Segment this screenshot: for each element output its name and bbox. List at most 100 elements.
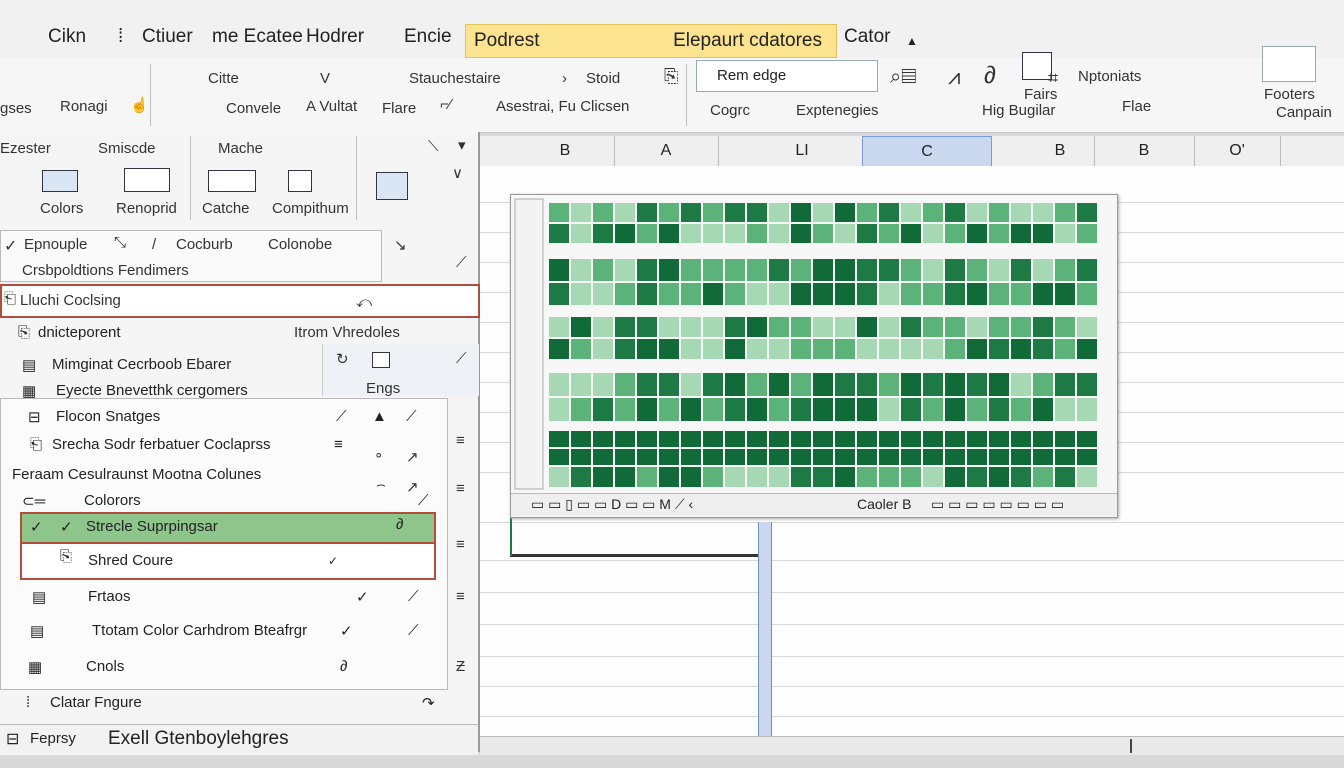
arrow-icon[interactable]: ↘ bbox=[394, 236, 407, 254]
renoprid-icon[interactable] bbox=[124, 168, 170, 192]
col-header-selected[interactable]: C bbox=[862, 136, 992, 168]
rem-edge-box[interactable]: Rem edge bbox=[696, 60, 878, 92]
ribbon-flae[interactable]: Flae bbox=[1122, 98, 1151, 115]
tab-encie[interactable]: Encie bbox=[404, 26, 452, 48]
status-icon[interactable]: ⊟ bbox=[6, 729, 19, 749]
ribbon-cite[interactable]: Citte bbox=[208, 70, 239, 87]
colors-icon[interactable] bbox=[42, 170, 78, 192]
heatmap-cell bbox=[571, 259, 591, 281]
chart-types-icon[interactable]: ⌕▤ bbox=[890, 66, 916, 89]
ribbon-assestrai[interactable]: Asestrai, Fu Clicsen bbox=[496, 98, 629, 115]
tab-hodrer[interactable]: Hodrer bbox=[306, 26, 364, 48]
col-header[interactable]: B bbox=[1026, 136, 1095, 166]
catche-icon[interactable] bbox=[208, 170, 256, 192]
heatmap-cell bbox=[593, 398, 613, 421]
ribbon-stoid[interactable]: Stoid bbox=[586, 70, 620, 87]
ribbon-footers[interactable]: Footers bbox=[1264, 86, 1315, 103]
brush-icon[interactable]: ⌐⁄ bbox=[440, 96, 451, 113]
heatmap-cell bbox=[659, 373, 679, 396]
ribbon-stauchestaire[interactable]: Stauchestaire bbox=[409, 70, 501, 87]
heatmap-cell bbox=[769, 203, 789, 222]
col-header[interactable]: B bbox=[516, 136, 615, 166]
lines-icon[interactable]: ≡ bbox=[456, 480, 465, 497]
gallery-item-smiscde[interactable]: Smiscde bbox=[98, 140, 156, 157]
heatmap-cell bbox=[615, 373, 635, 396]
ribbon-gses: gses bbox=[0, 100, 32, 117]
lines-icon[interactable]: ≡ bbox=[456, 536, 465, 553]
ribbon-exptenegies[interactable]: Exptenegies bbox=[796, 102, 879, 119]
heatmap-cell bbox=[659, 259, 679, 281]
option-colonobe[interactable]: Colonobe bbox=[268, 236, 332, 253]
lines-icon[interactable]: ≡ bbox=[456, 588, 465, 605]
heatmap-image[interactable]: ▭ ▭ ▯ ▭ ▭ D ▭ ▭ M ⟋ ‹ Caoler B ▭ ▭ ▭ ▭ ▭… bbox=[510, 194, 1118, 518]
lines-icon[interactable]: ≡ bbox=[456, 432, 465, 449]
col-header[interactable]: B bbox=[1094, 136, 1195, 166]
tab-active-podrest[interactable]: Podrest Elepaurt cdatores bbox=[465, 24, 837, 58]
chevron-down-icon[interactable]: ∨ bbox=[452, 164, 463, 182]
option-cocburb[interactable]: Cocburb bbox=[176, 236, 233, 253]
heatmap-cell bbox=[945, 398, 965, 421]
app-title: Exell Gtenboylehgres bbox=[108, 728, 289, 749]
col-header[interactable]: LI bbox=[742, 136, 863, 166]
heatmap-cell bbox=[879, 317, 899, 337]
heatmap-cell bbox=[835, 373, 855, 396]
heatmap-cell bbox=[615, 398, 635, 421]
footer-icon[interactable] bbox=[1262, 46, 1316, 82]
format-icon[interactable]: ⎘ bbox=[664, 66, 678, 87]
hand-icon[interactable]: ☝ bbox=[130, 96, 149, 114]
ribbon-flare[interactable]: Flare bbox=[382, 100, 416, 117]
arrow-icon[interactable]: ⟋ bbox=[456, 254, 467, 271]
z-icon[interactable]: Ƶ bbox=[456, 658, 465, 675]
heatmap-cell bbox=[659, 339, 679, 359]
ribbon-hig-bugilar[interactable]: Hig Bugilar bbox=[982, 102, 1055, 119]
tab-ecatee[interactable]: me Ecatee bbox=[212, 26, 303, 48]
tab-cator[interactable]: Cator bbox=[844, 26, 890, 48]
tab-cikn[interactable]: Cikn bbox=[48, 26, 86, 48]
ribbon-canpain[interactable]: Canpain bbox=[1276, 104, 1332, 121]
arrow-icon[interactable]: ⟍ bbox=[428, 138, 439, 155]
link-icon[interactable]: ∂ bbox=[984, 62, 996, 90]
toolbar-icons[interactable]: ▭ ▭ ▯ ▭ ▭ D ▭ ▭ M ⟋ ‹ bbox=[531, 496, 693, 513]
hook-icon[interactable]: ⤺ bbox=[356, 294, 372, 311]
ribbon-fairs[interactable]: Fairs bbox=[1024, 86, 1057, 103]
ribbon-convele[interactable]: Convele bbox=[226, 100, 281, 117]
table-grid-icon[interactable] bbox=[376, 172, 408, 200]
gallery-item-mache[interactable]: Mache bbox=[218, 140, 263, 157]
heatmap-cell bbox=[989, 203, 1009, 222]
option-epnouple[interactable]: Epnouple bbox=[24, 236, 87, 253]
ribbon-ronage[interactable]: Ronagi bbox=[60, 98, 108, 115]
selected-list-item[interactable]: ✓ ✓ Strecle Suprpingsar ∂ bbox=[20, 512, 436, 544]
ribbon-cogrc[interactable]: Cogrc bbox=[710, 102, 750, 119]
heatmap-cell bbox=[615, 339, 635, 359]
heatmap-cell bbox=[1055, 449, 1075, 465]
heatmap-cell bbox=[857, 224, 877, 243]
heatmap-cell bbox=[725, 398, 745, 421]
sparkline-icon[interactable]: ⩘ bbox=[948, 64, 960, 90]
heatmap-cell bbox=[967, 259, 987, 281]
gallery-item-ezester[interactable]: Ezester bbox=[0, 140, 51, 157]
rotate-icon[interactable]: ↻ bbox=[336, 350, 349, 368]
tab-ctiuer[interactable]: Ctiuer bbox=[142, 26, 193, 48]
resize-icon[interactable]: ⤡ bbox=[114, 234, 126, 251]
chevron-down-icon[interactable]: ▾ bbox=[458, 136, 466, 154]
ribbon-npterniats[interactable]: Nptoniats bbox=[1078, 68, 1141, 85]
heatmap-cell bbox=[637, 203, 657, 222]
ribbon-v[interactable]: V bbox=[320, 70, 330, 87]
pen-icon[interactable]: ⟋ bbox=[456, 350, 467, 367]
toolbar-icons-right[interactable]: ▭ ▭ ▭ ▭ ▭ ▭ ▭ ▭ bbox=[931, 496, 1064, 513]
horizontal-scrollbar[interactable] bbox=[480, 736, 1344, 755]
list-item-shred[interactable]: ⎘ Shred Coure ✓ bbox=[20, 542, 436, 580]
box-icon[interactable] bbox=[372, 352, 390, 368]
gridline bbox=[480, 656, 1344, 657]
grid-icon[interactable] bbox=[288, 170, 312, 192]
pen-icon: ⟋ bbox=[418, 492, 429, 509]
scroll-thumb[interactable] bbox=[1130, 739, 1132, 753]
column-selection-bar[interactable] bbox=[758, 522, 772, 736]
crsbpolations-label: Crsbpoldtions Fendimers bbox=[22, 262, 189, 279]
bracket-icon: ⊂═ bbox=[22, 493, 46, 510]
chevron-up-icon[interactable]: ▲ bbox=[906, 34, 918, 48]
ribbon-a-vultat[interactable]: A Vultat bbox=[306, 98, 357, 115]
col-header[interactable]: O' bbox=[1194, 136, 1281, 166]
col-header[interactable]: A bbox=[614, 136, 719, 166]
heatmap-cell bbox=[1011, 224, 1031, 243]
